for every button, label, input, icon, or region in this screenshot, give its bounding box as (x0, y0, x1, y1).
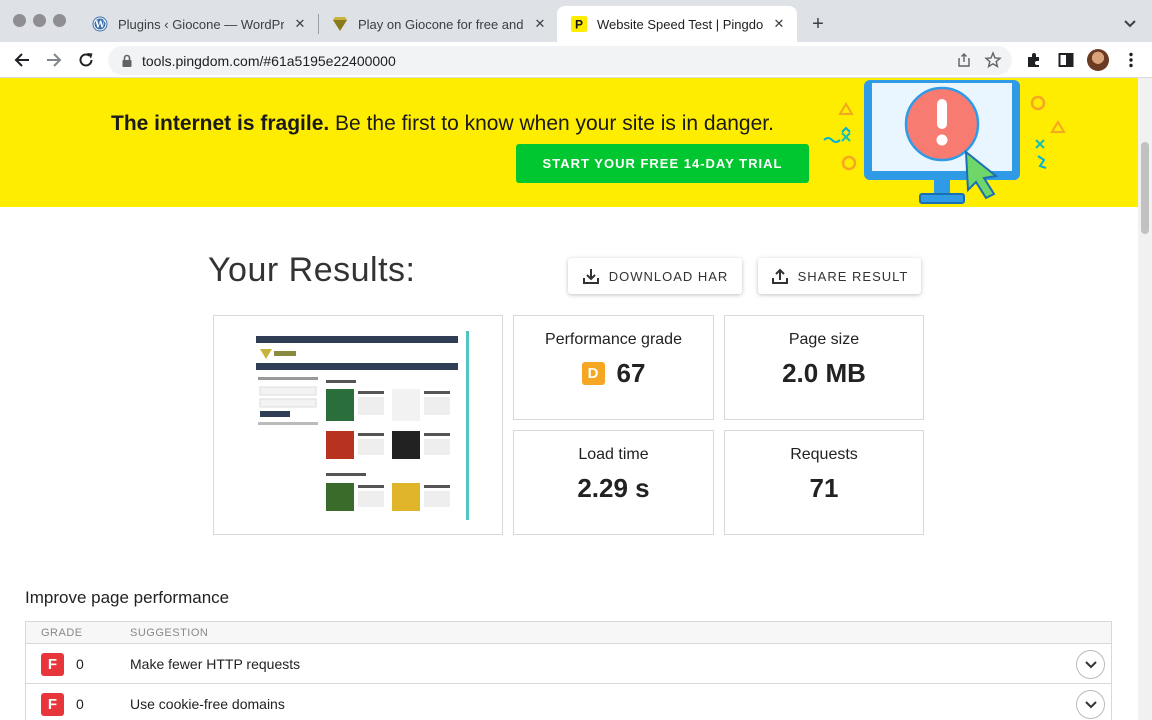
close-icon[interactable]: ✕ (771, 16, 787, 32)
results-title: Your Results: (208, 251, 416, 289)
page-scrollbar[interactable] (1138, 78, 1152, 720)
tab-pingdom-speed-test[interactable]: P Website Speed Test | Pingdom Tools ✕ (557, 6, 797, 42)
requests-value: 71 (809, 473, 839, 503)
suggestion-text: Make fewer HTTP requests (130, 656, 301, 672)
window-zoom-control[interactable] (53, 14, 66, 27)
page-viewport: The internet is fragile. Be the first to… (0, 78, 1138, 720)
forward-arrow-icon[interactable] (44, 50, 64, 70)
profile-avatar[interactable] (1087, 49, 1109, 71)
url-text: tools.pingdom.com/#61a5195e22400000 (142, 52, 396, 69)
suggestion-column-header: SUGGESTION (130, 627, 209, 639)
start-free-trial-button[interactable]: START YOUR FREE 14-DAY TRIAL (516, 144, 809, 183)
svg-text:W: W (94, 21, 106, 31)
table-row[interactable]: F 0 Use cookie-free domains (26, 684, 1111, 720)
upload-share-icon (771, 268, 788, 284)
suggestion-text: Use cookie-free domains (130, 696, 285, 712)
monitor-alert-illustration (823, 80, 1066, 204)
banner-headline: The internet is fragile. Be the first to… (111, 112, 774, 136)
suggestion-score: 0 (76, 656, 84, 672)
tab-strip: W Plugins ‹ Giocone — WordPress ✕ Play o… (0, 0, 1152, 42)
share-page-icon[interactable] (956, 52, 972, 73)
tab-search-chevron-icon[interactable] (1120, 14, 1140, 34)
performance-grade-label: Performance grade (545, 331, 682, 348)
bookmark-star-icon[interactable] (984, 51, 1002, 74)
page-size-label: Page size (788, 331, 860, 348)
grade-badge: F (41, 693, 64, 716)
side-panel-icon[interactable] (1056, 50, 1076, 70)
load-time-value: 2.29 s (577, 473, 650, 503)
browser-toolbar: tools.pingdom.com/#61a5195e22400000 (0, 42, 1152, 78)
improve-section-title: Improve page performance (25, 588, 230, 607)
share-result-label: SHARE RESULT (797, 268, 909, 284)
back-arrow-icon[interactable] (12, 50, 32, 70)
requests-label: Requests (790, 446, 858, 463)
extensions-puzzle-icon[interactable] (1024, 50, 1044, 70)
download-har-label: DOWNLOAD HAR (608, 268, 729, 284)
load-time-label: Load time (578, 446, 649, 463)
performance-score: 67 (616, 358, 646, 388)
window-minimize-control[interactable] (33, 14, 46, 27)
load-time-card: Load time 2.29 s (513, 430, 714, 535)
wordpress-icon: W (92, 16, 108, 32)
performance-grade-card: Performance grade D 67 (513, 315, 714, 420)
svg-text:P: P (575, 18, 583, 32)
tab-title: Play on Giocone for free and online (358, 16, 524, 32)
tab-giocone-play[interactable]: Play on Giocone for free and online ✕ (318, 6, 558, 42)
chevron-down-icon[interactable] (1076, 650, 1105, 679)
page-size-value: 2.0 MB (782, 358, 866, 388)
tab-title: Plugins ‹ Giocone — WordPress (118, 16, 284, 32)
window-close-control[interactable] (13, 14, 26, 27)
chevron-down-icon[interactable] (1076, 690, 1105, 719)
download-icon (582, 269, 599, 284)
banner-headline-rest: Be the first to know when your site is i… (329, 112, 774, 135)
improve-table: GRADE SUGGESTION F 0 Make fewer HTTP req… (25, 621, 1112, 720)
scrollbar-thumb[interactable] (1141, 142, 1149, 234)
page-size-card: Page size 2.0 MB (724, 315, 924, 420)
suggestion-score: 0 (76, 696, 84, 712)
kebab-menu-icon[interactable] (1121, 50, 1141, 70)
lock-icon (120, 54, 134, 68)
diamond-icon (332, 16, 348, 32)
reload-icon[interactable] (76, 50, 96, 70)
tab-wordpress-plugins[interactable]: W Plugins ‹ Giocone — WordPress ✕ (78, 6, 318, 42)
grade-column-header: GRADE (41, 627, 83, 639)
pingdom-icon: P (571, 16, 587, 32)
site-screenshot-card (213, 315, 503, 535)
address-bar[interactable]: tools.pingdom.com/#61a5195e22400000 (108, 46, 1012, 75)
close-icon[interactable]: ✕ (532, 16, 548, 32)
performance-grade-row: D 67 (514, 358, 713, 389)
new-tab-button[interactable]: + (808, 14, 828, 34)
table-row[interactable]: F 0 Make fewer HTTP requests (26, 644, 1111, 684)
close-icon[interactable]: ✕ (292, 16, 308, 32)
banner-headline-bold: The internet is fragile. (111, 112, 330, 135)
share-result-button[interactable]: SHARE RESULT (758, 258, 921, 294)
requests-card: Requests 71 (724, 430, 924, 535)
tab-title: Website Speed Test | Pingdom Tools (597, 16, 763, 32)
grade-badge: F (41, 653, 64, 676)
improve-table-header: GRADE SUGGESTION (26, 622, 1111, 644)
grade-badge: D (581, 362, 605, 385)
site-screenshot-thumbnail (248, 331, 469, 520)
download-har-button[interactable]: DOWNLOAD HAR (568, 258, 742, 294)
promo-banner: The internet is fragile. Be the first to… (0, 78, 1138, 207)
